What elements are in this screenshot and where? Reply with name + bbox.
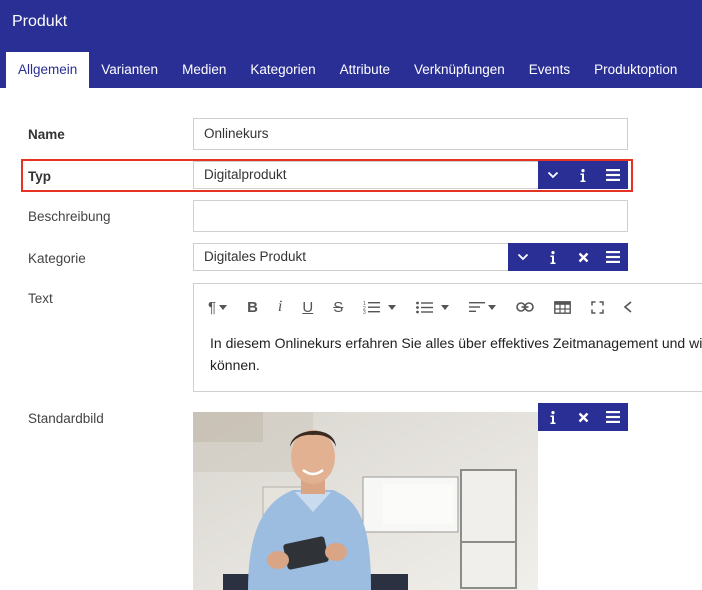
- italic-icon[interactable]: i: [278, 295, 282, 319]
- tab-verknuepfungen[interactable]: Verknüpfungen: [402, 52, 517, 88]
- category-actions: [508, 243, 628, 271]
- rich-text-editor[interactable]: ¶ B i U S 123 In diesem Onlinekurs erfah…: [193, 283, 702, 392]
- bold-icon[interactable]: B: [247, 295, 258, 319]
- bullet-list-icon[interactable]: [416, 295, 450, 319]
- tab-attribute[interactable]: Attribute: [328, 52, 402, 88]
- type-select[interactable]: Digitalprodukt: [193, 161, 539, 189]
- chevron-down-icon[interactable]: [508, 243, 538, 271]
- info-icon[interactable]: [568, 161, 598, 189]
- underline-icon[interactable]: U: [302, 295, 313, 319]
- header-bar: Produkt Allgemein Varianten Medien Kateg…: [0, 0, 702, 88]
- text-label: Text: [28, 291, 53, 306]
- tab-medien[interactable]: Medien: [170, 52, 238, 88]
- close-icon[interactable]: [568, 403, 598, 431]
- description-label: Beschreibung: [28, 209, 111, 224]
- svg-text:3: 3: [363, 310, 366, 314]
- image-actions: [538, 403, 628, 431]
- link-icon[interactable]: [516, 295, 535, 319]
- ordered-list-icon[interactable]: 123: [363, 295, 397, 319]
- code-view-icon[interactable]: [624, 295, 632, 319]
- close-icon[interactable]: [568, 243, 598, 271]
- fullscreen-icon[interactable]: [591, 295, 604, 319]
- tab-events[interactable]: Events: [517, 52, 582, 88]
- chevron-down-icon[interactable]: [538, 161, 568, 189]
- category-select[interactable]: Digitales Produkt: [193, 243, 509, 271]
- editor-toolbar: ¶ B i U S 123: [194, 284, 702, 330]
- name-field[interactable]: Onlinekurs: [193, 118, 628, 150]
- menu-icon[interactable]: [598, 403, 628, 431]
- product-image: [193, 412, 538, 590]
- editor-line-2: können.: [210, 357, 260, 373]
- info-icon[interactable]: [538, 403, 568, 431]
- tab-produktoption[interactable]: Produktoption: [582, 52, 689, 88]
- table-icon[interactable]: [554, 295, 572, 319]
- menu-icon[interactable]: [598, 161, 628, 189]
- strikethrough-icon[interactable]: S: [333, 295, 343, 319]
- type-label: Typ: [28, 169, 51, 184]
- product-editor: Produkt Allgemein Varianten Medien Kateg…: [0, 0, 702, 590]
- paragraph-format-icon[interactable]: ¶: [208, 295, 228, 319]
- tab-kategorien[interactable]: Kategorien: [238, 52, 327, 88]
- tab-bar: Allgemein Varianten Medien Kategorien At…: [6, 52, 689, 88]
- description-field[interactable]: [193, 200, 628, 232]
- tab-allgemein[interactable]: Allgemein: [6, 52, 90, 88]
- align-icon[interactable]: [469, 295, 497, 319]
- editor-line-1: In diesem Onlinekurs erfahren Sie alles …: [210, 335, 702, 351]
- name-label: Name: [28, 127, 65, 142]
- tab-varianten[interactable]: Varianten: [89, 52, 170, 88]
- image-label: Standardbild: [28, 411, 104, 426]
- page-title: Produkt: [12, 13, 68, 30]
- editor-content[interactable]: In diesem Onlinekurs erfahren Sie alles …: [210, 332, 702, 376]
- menu-icon[interactable]: [598, 243, 628, 271]
- info-icon[interactable]: [538, 243, 568, 271]
- category-label: Kategorie: [28, 251, 86, 266]
- type-actions: [538, 161, 628, 189]
